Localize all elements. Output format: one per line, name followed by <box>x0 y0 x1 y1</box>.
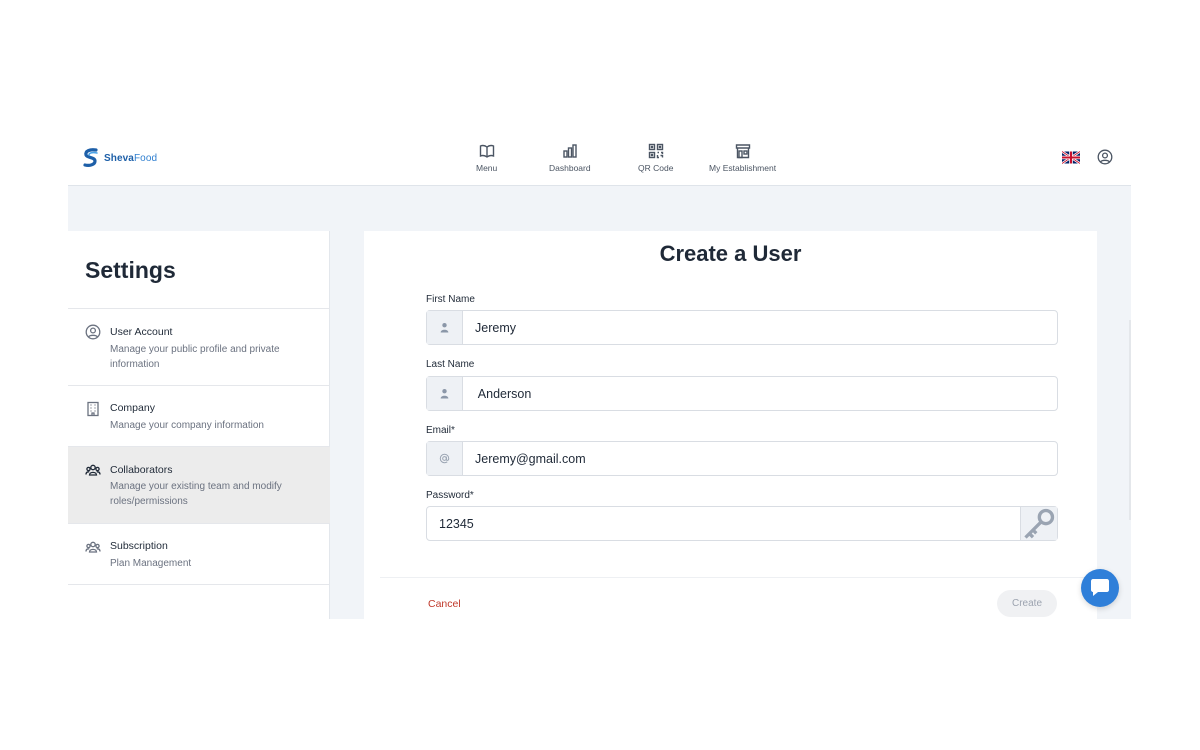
last-name-field <box>426 376 1058 411</box>
qr-code-icon <box>648 143 663 159</box>
team-icon <box>85 462 101 478</box>
building-icon <box>85 401 101 417</box>
divider <box>380 577 1097 578</box>
nav-my-establishment[interactable]: My Establishment <box>709 143 776 173</box>
person-icon <box>427 377 463 410</box>
app-window: ShevaFood Menu Dashboard QR Code My Esta… <box>68 130 1131 619</box>
uk-flag-icon[interactable] <box>1062 151 1080 164</box>
top-navbar: ShevaFood Menu Dashboard QR Code My Esta… <box>68 130 1131 186</box>
create-button[interactable]: Create <box>997 590 1057 617</box>
sidebar-item-description: Manage your public profile and private i… <box>110 344 280 370</box>
user-circle-icon <box>85 324 101 340</box>
bar-chart-icon <box>563 144 577 158</box>
email-input[interactable] <box>463 442 1057 475</box>
person-icon <box>427 311 463 344</box>
last-name-input[interactable] <box>463 377 1057 410</box>
nav-dashboard[interactable]: Dashboard <box>549 143 591 173</box>
email-field <box>426 441 1058 476</box>
sidebar-item-label: Collaborators <box>110 464 173 476</box>
email-label: Email* <box>426 425 455 436</box>
user-circle-icon[interactable] <box>1097 149 1113 165</box>
sidebar-item-subscription[interactable]: Subscription Plan Management <box>68 524 330 585</box>
sidebar-item-label: Company <box>110 402 155 414</box>
create-user-card: Create a User First Name Last Name Email… <box>364 231 1097 619</box>
sidebar-item-label: Subscription <box>110 540 168 552</box>
password-input[interactable] <box>427 507 1020 540</box>
password-field <box>426 506 1058 541</box>
cancel-button[interactable]: Cancel <box>428 598 461 610</box>
page-title: Create a User <box>659 241 802 266</box>
settings-sidebar: Settings User Account Manage your public… <box>68 231 330 619</box>
sidebar-title: Settings <box>85 257 176 283</box>
password-label: Password* <box>426 490 474 501</box>
book-icon <box>479 144 494 158</box>
key-icon[interactable] <box>1020 507 1057 540</box>
sidebar-item-description: Plan Management <box>110 558 192 569</box>
store-icon <box>735 144 750 159</box>
nav-qr-code[interactable]: QR Code <box>638 143 673 173</box>
sidebar-item-user-account[interactable]: User Account Manage your public profile … <box>68 309 330 386</box>
chat-button[interactable] <box>1081 569 1119 607</box>
at-sign-icon <box>427 442 463 475</box>
sidebar-item-company[interactable]: Company Manage your company information <box>68 386 330 447</box>
sidebar-item-description: Manage your existing team and modify rol… <box>110 481 282 507</box>
sidebar-item-collaborators[interactable]: Collaborators Manage your existing team … <box>68 447 330 524</box>
first-name-input[interactable] <box>463 311 1057 344</box>
main-nav: Menu Dashboard QR Code My Establishment <box>68 143 1131 175</box>
nav-menu[interactable]: Menu <box>476 143 497 173</box>
chat-bubble-icon <box>1091 579 1109 596</box>
sidebar-item-description: Manage your company information <box>110 420 264 431</box>
sidebar-item-label: User Account <box>110 326 173 338</box>
first-name-field <box>426 310 1058 345</box>
first-name-label: First Name <box>426 294 475 305</box>
scrollbar[interactable] <box>1129 320 1131 520</box>
last-name-label: Last Name <box>426 359 475 370</box>
team-icon <box>85 539 101 555</box>
